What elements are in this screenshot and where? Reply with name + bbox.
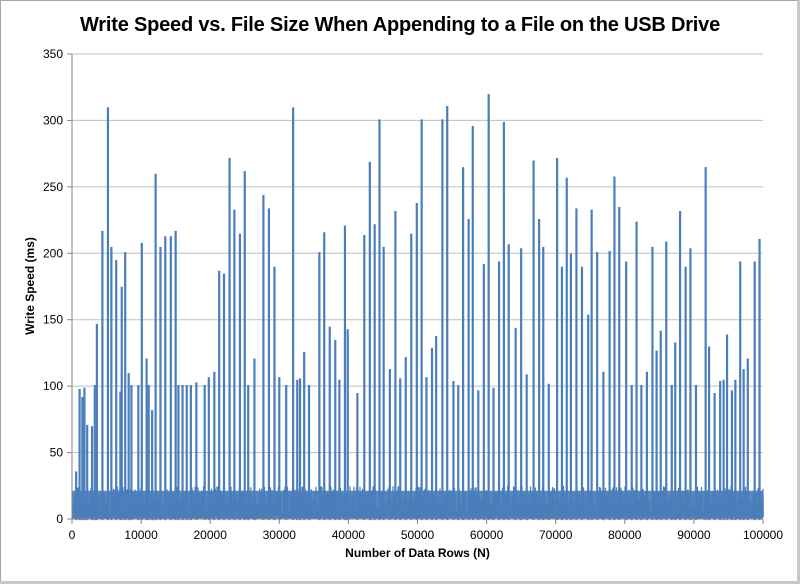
y-tick-label: 350	[43, 47, 63, 61]
x-tick-label: 50000	[401, 528, 435, 542]
series-write-speed	[71, 94, 764, 521]
y-tick-label: 100	[43, 379, 63, 393]
x-tick-label: 0	[69, 528, 76, 542]
x-tick-label: 70000	[539, 528, 573, 542]
y-tick-label: 50	[50, 446, 64, 460]
y-tick-labels: 0 50 100 150 200 250 300 350	[43, 47, 63, 526]
y-tick-label: 250	[43, 180, 63, 194]
y-tick-label: 0	[56, 512, 63, 526]
x-tick-label: 100000	[743, 528, 783, 542]
x-tick-labels: 0 10000 20000 30000 40000 50000 60000 70000 8000…	[69, 528, 784, 542]
y-tick-label: 300	[43, 113, 63, 127]
x-tick-label: 80000	[608, 528, 642, 542]
x-tick-label: 20000	[194, 528, 228, 542]
y-tick-label: 150	[43, 313, 63, 327]
x-tick-label: 30000	[263, 528, 297, 542]
x-tick-label: 40000	[332, 528, 366, 542]
x-tick-label: 10000	[124, 528, 158, 542]
plot-area: 0 50 100 150 200 250 300 350 0 10000 20000 30000 40…	[43, 47, 784, 542]
x-tick-label: 90000	[677, 528, 711, 542]
x-tick-label: 60000	[470, 528, 504, 542]
y-tick-label: 200	[43, 246, 63, 260]
